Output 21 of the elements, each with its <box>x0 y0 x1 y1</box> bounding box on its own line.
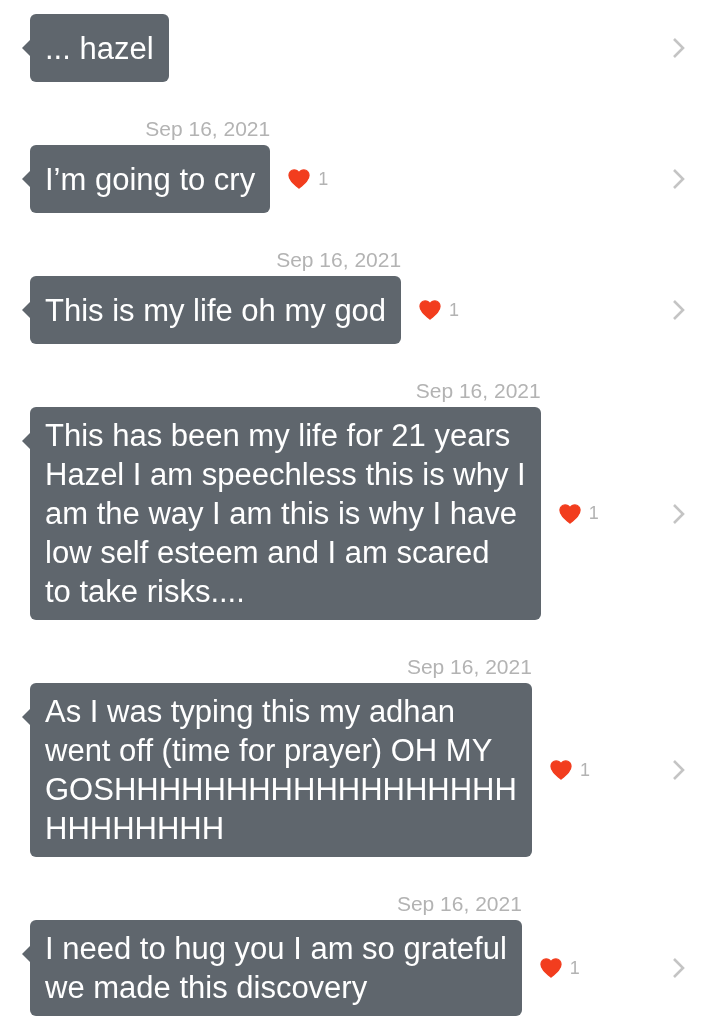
like-count: 1 <box>579 759 590 781</box>
heart-icon[interactable] <box>419 300 442 320</box>
chevron-right-icon[interactable] <box>672 759 686 781</box>
heart-icon[interactable] <box>288 169 311 189</box>
chevron-right-icon[interactable] <box>672 502 686 525</box>
like-count: 1 <box>318 168 329 190</box>
like-count: 1 <box>588 503 599 524</box>
chevron-right-icon[interactable] <box>672 168 686 190</box>
message-date: Sep 16, 2021 <box>406 655 532 679</box>
message-date: Sep 16, 2021 <box>396 892 522 916</box>
message-date: Sep 16, 2021 <box>145 117 271 141</box>
heart-icon[interactable] <box>549 760 572 780</box>
message-date: Sep 16, 2021 <box>276 248 402 272</box>
like-count: 1 <box>569 957 580 979</box>
chevron-right-icon[interactable] <box>672 957 686 979</box>
chevron-right-icon[interactable] <box>672 299 686 321</box>
message-date: Sep 16, 2021 <box>415 379 541 403</box>
heart-icon[interactable] <box>539 958 562 978</box>
like-count: 1 <box>449 299 460 321</box>
heart-icon[interactable] <box>558 503 581 524</box>
chevron-right-icon[interactable] <box>672 37 686 59</box>
